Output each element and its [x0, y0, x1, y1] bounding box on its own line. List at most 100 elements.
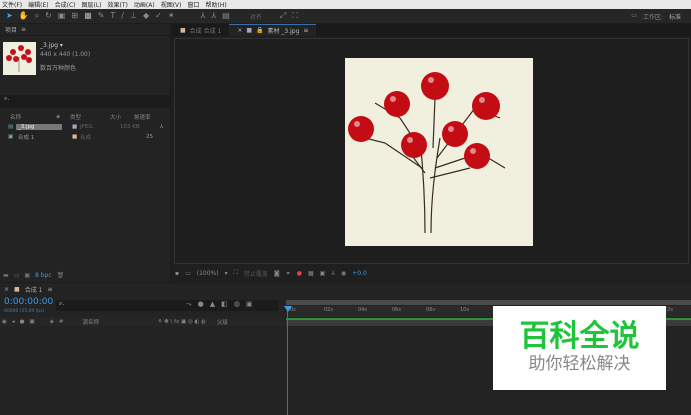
col-type[interactable]: 类型	[64, 113, 110, 121]
panel-menu-icon[interactable]: ≡	[303, 27, 308, 34]
new-folder-icon[interactable]: ▭	[14, 272, 20, 279]
bpc-button[interactable]: 8 bpc	[35, 272, 52, 279]
audio-icon[interactable]: ◂	[12, 319, 15, 325]
close-icon[interactable]: ×	[237, 27, 242, 34]
zoom-tool-icon[interactable]: ⌕	[35, 12, 39, 20]
region-of-interest-icon[interactable]: ⛶	[234, 269, 238, 277]
axis-icon[interactable]: ⅄	[201, 12, 206, 20]
footage-image	[345, 58, 533, 246]
menu-window[interactable]: 窗口	[187, 0, 199, 9]
menu-animation[interactable]: 动画(A)	[134, 0, 155, 9]
footage-color-icon: ■	[246, 27, 253, 34]
row-name: 合成 1	[18, 134, 35, 141]
new-comp-icon[interactable]: ▣	[24, 272, 30, 279]
tab-label: 合成 1	[24, 286, 43, 294]
playhead-handle[interactable]	[284, 306, 292, 312]
menu-help[interactable]: 帮助(H)	[206, 0, 227, 9]
exposure-value[interactable]: +0.0	[352, 270, 367, 277]
menu-view[interactable]: 视图(V)	[161, 0, 182, 9]
col-name[interactable]: 名称	[0, 113, 56, 121]
axis-world-icon[interactable]: ⅄	[211, 12, 216, 20]
panel-menu-icon[interactable]: ≡	[47, 286, 52, 293]
chevron-down-icon[interactable]: ▾	[225, 270, 228, 277]
snapshot-icon[interactable]: ◙	[274, 270, 280, 277]
watermark-title: 百科全说	[519, 319, 640, 354]
menu-layer[interactable]: 图层(L)	[82, 0, 102, 9]
hand-tool-icon[interactable]: ✋	[19, 12, 29, 20]
project-tab[interactable]: 项目 ≡	[0, 24, 170, 36]
workspace-label: 工作区:	[642, 14, 663, 21]
rotate-tool-icon[interactable]: ↻	[45, 12, 52, 20]
roto-brush-tool-icon[interactable]: ✓	[155, 12, 162, 20]
mask-tool-icon[interactable]: ■	[84, 12, 92, 20]
magnification-dropdown[interactable]: (100%)	[197, 270, 219, 277]
pen-tool-icon[interactable]: ✎	[98, 12, 105, 20]
overlay-toggle[interactable]: 禁止覆盖	[244, 269, 268, 278]
ruler-tick: 10s	[460, 307, 469, 313]
brush-tool-icon[interactable]: /	[121, 12, 124, 20]
eye-icon[interactable]: ◉	[2, 319, 7, 325]
clone-stamp-tool-icon[interactable]: ⊥	[130, 12, 137, 20]
label-icon[interactable]: ◈	[56, 114, 64, 120]
flowchart-icon[interactable]: ⅄	[331, 270, 335, 277]
ruler-tick: 04s	[358, 307, 367, 313]
eraser-tool-icon[interactable]: ◆	[143, 12, 149, 20]
puppet-tool-icon[interactable]: ✶	[168, 12, 175, 20]
workspace-icon[interactable]: ▭	[631, 12, 637, 21]
always-preview-icon[interactable]: ▪	[175, 270, 179, 277]
camera-tool-icon[interactable]: ▣	[58, 12, 66, 20]
menu-effect[interactable]: 效果(T)	[108, 0, 128, 9]
col-fps[interactable]: 帧速率	[134, 113, 151, 121]
lock-icon[interactable]: ▣	[29, 319, 34, 325]
menu-edit[interactable]: 编辑(E)	[28, 0, 48, 9]
text-tool-icon[interactable]: T	[110, 12, 115, 20]
work-area-bar[interactable]	[286, 300, 691, 305]
close-icon[interactable]: ×	[4, 286, 9, 293]
viewer-tabs: ■ 合成 合成 1 × ■ 🔒 素材 _3.jpg ≡	[172, 24, 691, 36]
col-size[interactable]: 大小	[110, 113, 134, 121]
trash-icon[interactable]: 🗑	[57, 272, 65, 279]
selection-tool-icon[interactable]: ➤	[6, 12, 13, 20]
tab-footage[interactable]: × ■ 🔒 素材 _3.jpg ≡	[229, 24, 317, 36]
playhead-line[interactable]	[287, 306, 288, 415]
label-icon[interactable]: ◈	[50, 319, 54, 325]
workspace-value[interactable]: 标准	[669, 12, 681, 21]
col-parent[interactable]: 父级	[217, 318, 228, 326]
show-snapshot-icon[interactable]: ⚭	[286, 270, 291, 277]
timeline-switches[interactable]: ⤳●▲◧◍▣	[186, 300, 258, 309]
snap-icon[interactable]: ⛶	[292, 12, 298, 20]
flowchart-icon[interactable]: ⅄	[160, 124, 163, 130]
project-search-input[interactable]: ⌕.	[0, 95, 170, 108]
layer-switches-icon[interactable]: ⚘ ✽ \ fx ▣ ◎ ◐ ◍	[157, 319, 205, 325]
col-source-name[interactable]: 源名称	[82, 318, 152, 326]
number-icon: #	[58, 318, 64, 325]
expand-icon[interactable]: ⤢	[280, 12, 286, 20]
interpret-footage-icon[interactable]: ▬	[3, 272, 9, 279]
tools-toolbar: ➤ ✋ ⌕ ↻ ▣ ⊞ ■ ✎ T / ⊥ ◆ ✓ ✶ ⅄ ⅄ ▤ 对齐 ⤢ ⛶	[0, 9, 691, 23]
pan-behind-tool-icon[interactable]: ⊞	[71, 12, 78, 20]
transparency-grid-icon[interactable]: ▦	[308, 270, 314, 277]
menu-file[interactable]: 文件(F)	[2, 0, 22, 9]
timeline-search-input[interactable]: ⌕. ⤳●▲◧◍▣	[56, 300, 278, 311]
search-icon: ⌕.	[59, 300, 65, 307]
project-row[interactable]: ▣ 合成 1 ■ 合成 25	[0, 132, 170, 141]
exposure-icon[interactable]: ◉	[341, 270, 346, 277]
file-name[interactable]: _3.jpg ▾	[40, 41, 90, 50]
guides-icon[interactable]: ▣	[320, 270, 326, 277]
comp-color-icon: ■	[180, 26, 186, 34]
lock-icon[interactable]: 🔒	[256, 27, 263, 34]
panel-menu-icon[interactable]: ≡	[21, 26, 26, 33]
channel-icon[interactable]: ●	[297, 270, 302, 277]
workspace: ▭ 工作区: 标准	[631, 12, 681, 21]
current-time[interactable]: 0:00:00:00	[4, 297, 53, 307]
menu-bar: 文件(F) 编辑(E) 合成(C) 图层(L) 效果(T) 动画(A) 视图(V…	[0, 0, 691, 9]
timeline-tab[interactable]: × ■ 合成 1 ≡	[0, 283, 52, 295]
align-label[interactable]: 对齐	[250, 12, 262, 21]
solo-icon[interactable]: ●	[20, 319, 25, 325]
menu-composition[interactable]: 合成(C)	[55, 0, 76, 9]
tab-composition[interactable]: ■ 合成 合成 1	[172, 24, 229, 36]
project-row[interactable]: ▤ _3.jpg ■ JPEG 103 KB ⅄	[0, 122, 170, 131]
monitor-icon[interactable]: ▭	[185, 270, 191, 277]
axis-view-icon[interactable]: ▤	[222, 12, 230, 20]
project-footer: ▬ ▭ ▣ 8 bpc 🗑	[0, 270, 170, 280]
